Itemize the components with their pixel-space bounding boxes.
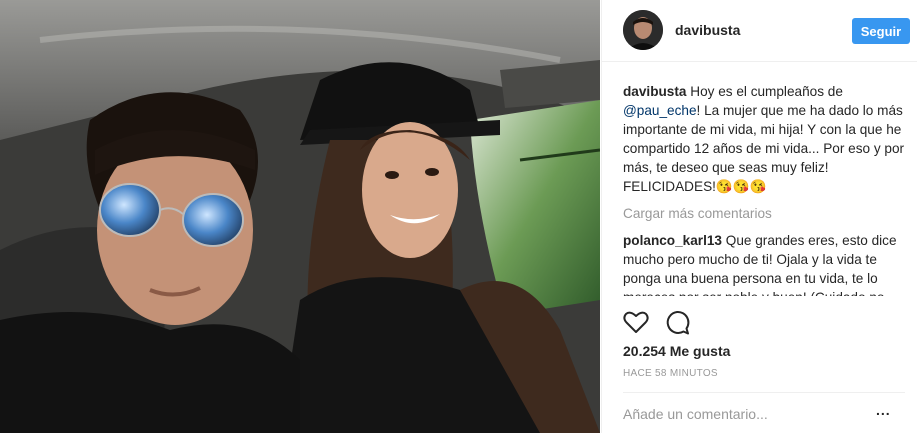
divider xyxy=(623,392,905,393)
comment-bubble-icon[interactable] xyxy=(664,310,690,336)
load-more-comments-link[interactable]: Cargar más comentarios xyxy=(623,204,905,223)
caption-username[interactable]: davibusta xyxy=(623,84,686,99)
heart-icon[interactable] xyxy=(623,310,649,334)
caption: davibusta Hoy es el cumpleaños de @pau_e… xyxy=(623,82,905,196)
caption-mention-link[interactable]: @pau_eche xyxy=(623,103,697,118)
caption-text-before: Hoy es el cumpleaños de xyxy=(690,84,843,99)
avatar-image xyxy=(623,10,663,50)
more-options-icon[interactable]: ... xyxy=(876,402,891,418)
post-side-panel: davibusta Seguir davibusta Hoy es el cum… xyxy=(601,0,917,433)
likes-count[interactable]: 20.254 Me gusta xyxy=(623,343,730,359)
author-avatar[interactable] xyxy=(623,10,663,50)
selfie-image xyxy=(0,0,600,433)
post-timestamp[interactable]: HACE 58 MINUTOS xyxy=(623,368,718,379)
post-header: davibusta Seguir xyxy=(602,0,917,62)
post-photo[interactable] xyxy=(0,0,600,433)
author-username[interactable]: davibusta xyxy=(675,22,740,38)
comment-username[interactable]: polanco_karl13 xyxy=(623,233,722,248)
comments-list[interactable]: davibusta Hoy es el cumpleaños de @pau_e… xyxy=(623,82,905,296)
comment-item: polanco_karl13 Que grandes eres, esto di… xyxy=(623,231,905,296)
follow-button[interactable]: Seguir xyxy=(852,18,910,44)
add-comment-input[interactable] xyxy=(623,404,863,424)
